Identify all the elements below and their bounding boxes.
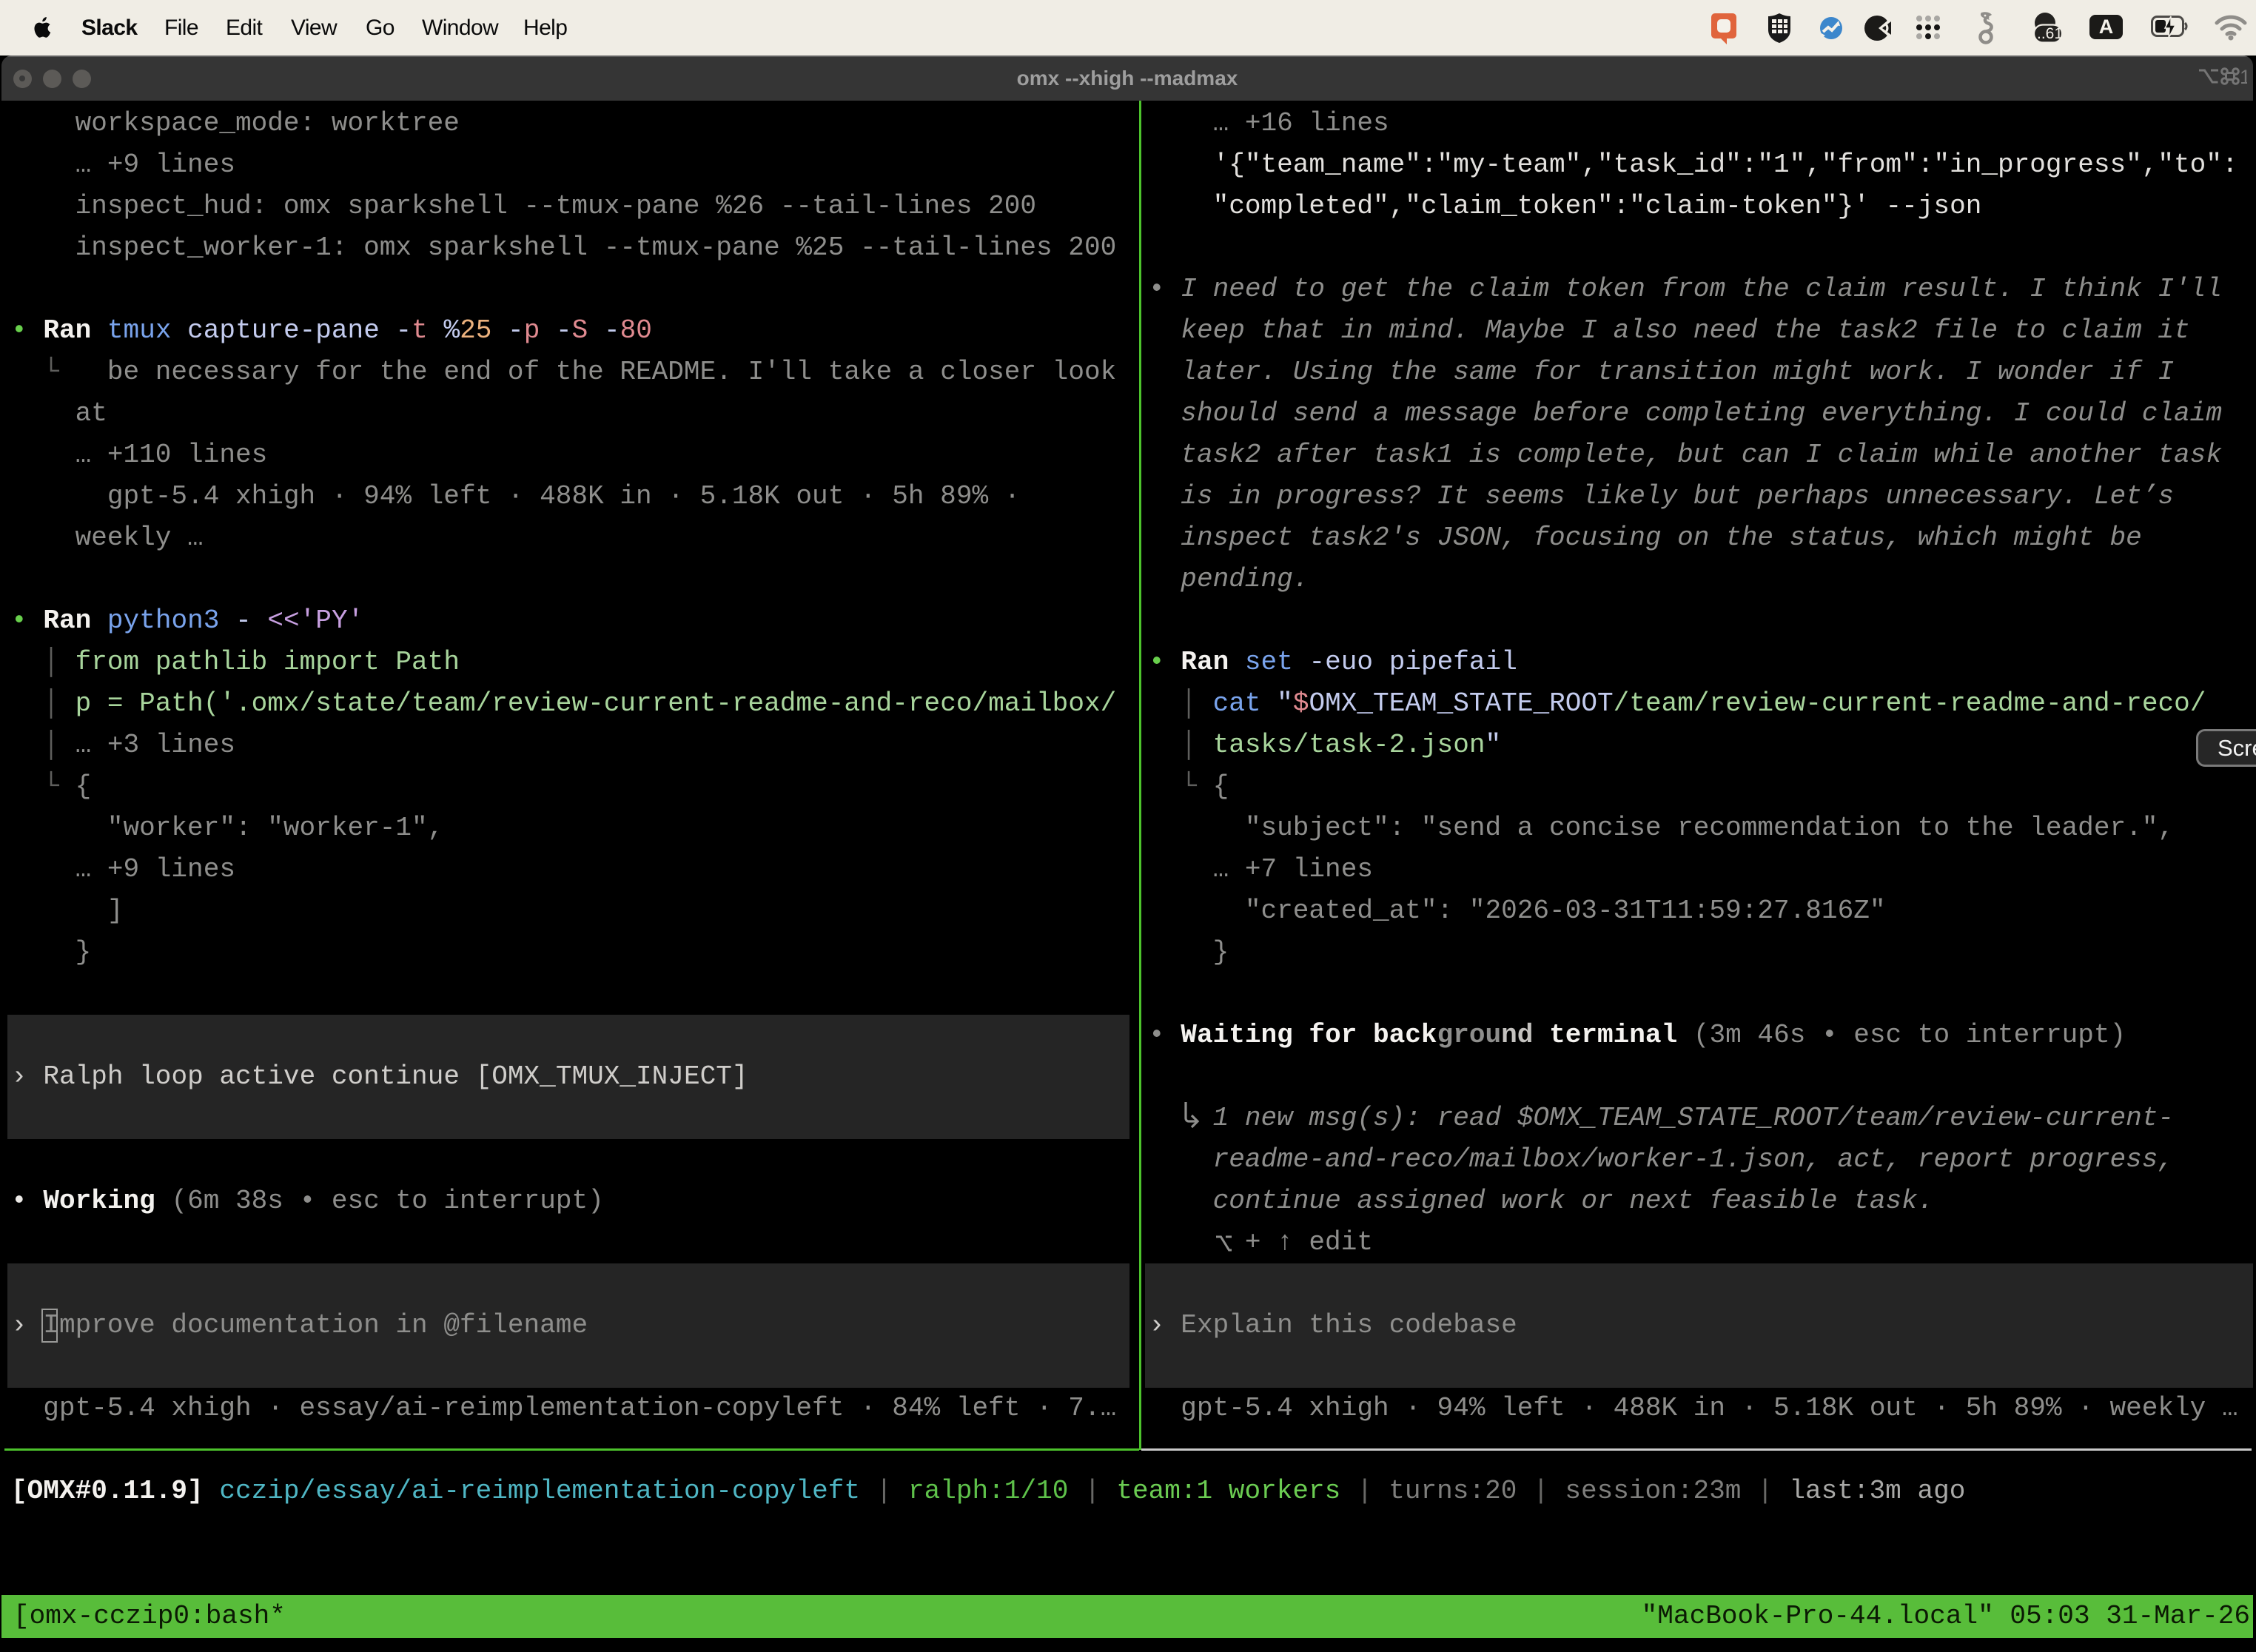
svg-text:1: 1	[2240, 66, 2247, 87]
svg-text:..61: ..61	[2037, 25, 2063, 42]
